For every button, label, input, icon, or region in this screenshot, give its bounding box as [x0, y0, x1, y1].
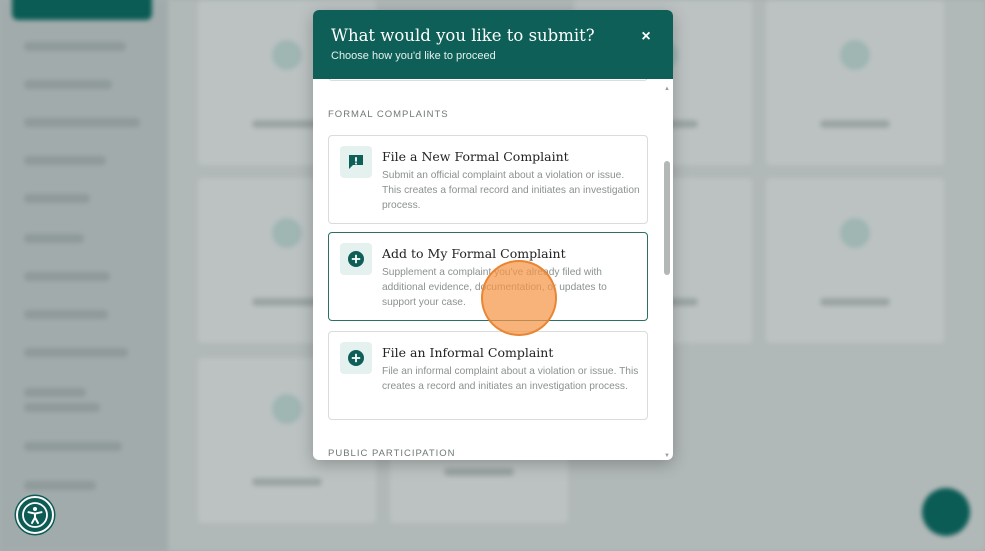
background-nav-item [24, 272, 110, 281]
background-nav-item [24, 118, 140, 127]
background-nav-item [24, 442, 122, 451]
modal-header: What would you like to submit? Choose ho… [313, 10, 673, 79]
accessibility-icon [22, 502, 48, 528]
modal-scrollbar[interactable]: ▲ ▼ [664, 85, 670, 460]
background-nav-item [24, 194, 90, 203]
previous-option-card-edge [328, 79, 648, 81]
option-icon-container [340, 342, 372, 374]
option-title: Add to My Formal Complaint [382, 246, 566, 261]
option-title: File a New Formal Complaint [382, 149, 569, 164]
plus-circle-icon [348, 251, 364, 267]
accessibility-button[interactable] [16, 496, 54, 534]
scroll-up-arrow-icon[interactable]: ▲ [664, 85, 670, 93]
option-icon-container [340, 146, 372, 178]
modal-subtitle: Choose how you'd like to proceed [331, 50, 496, 62]
background-card [766, 178, 944, 343]
option-title: File an Informal Complaint [382, 345, 554, 360]
plus-circle-icon [348, 350, 364, 366]
close-icon: × [641, 28, 651, 45]
background-nav-item [24, 80, 112, 89]
background-nav-item [24, 156, 106, 165]
section-label-public-participation: PUBLIC PARTICIPATION [328, 448, 456, 459]
option-description: Supplement a complaint you've already fi… [382, 267, 607, 308]
background-active-nav-item [12, 0, 152, 20]
option-icon-container [340, 243, 372, 275]
option-file-informal-complaint[interactable]: File an Informal Complaint File an infor… [328, 331, 648, 420]
background-nav-item [24, 310, 108, 319]
background-nav-item [24, 481, 96, 490]
option-description: File an informal complaint about a viola… [382, 366, 639, 392]
modal-body[interactable]: FORMAL COMPLAINTS File a New Formal Comp… [313, 79, 673, 460]
close-button[interactable]: × [635, 26, 657, 48]
alert-icon [349, 155, 363, 169]
background-nav-item [24, 403, 100, 412]
option-add-to-formal-complaint[interactable]: Add to My Formal Complaint Supplement a … [328, 232, 648, 321]
background-nav-item [24, 234, 84, 243]
submission-type-modal: What would you like to submit? Choose ho… [313, 10, 673, 460]
section-label-formal-complaints: FORMAL COMPLAINTS [328, 109, 449, 120]
background-sidebar [0, 0, 168, 551]
background-card [766, 0, 944, 165]
background-nav-item [24, 348, 128, 357]
scroll-down-arrow-icon[interactable]: ▼ [664, 452, 670, 460]
option-description: Submit an official complaint about a vio… [382, 170, 640, 211]
scrollbar-thumb[interactable] [664, 161, 670, 275]
background-nav-item [24, 42, 126, 51]
option-file-new-formal-complaint[interactable]: File a New Formal Complaint Submit an of… [328, 135, 648, 224]
background-fab-button [922, 488, 970, 536]
background-nav-item [24, 388, 86, 397]
modal-title: What would you like to submit? [331, 26, 595, 45]
